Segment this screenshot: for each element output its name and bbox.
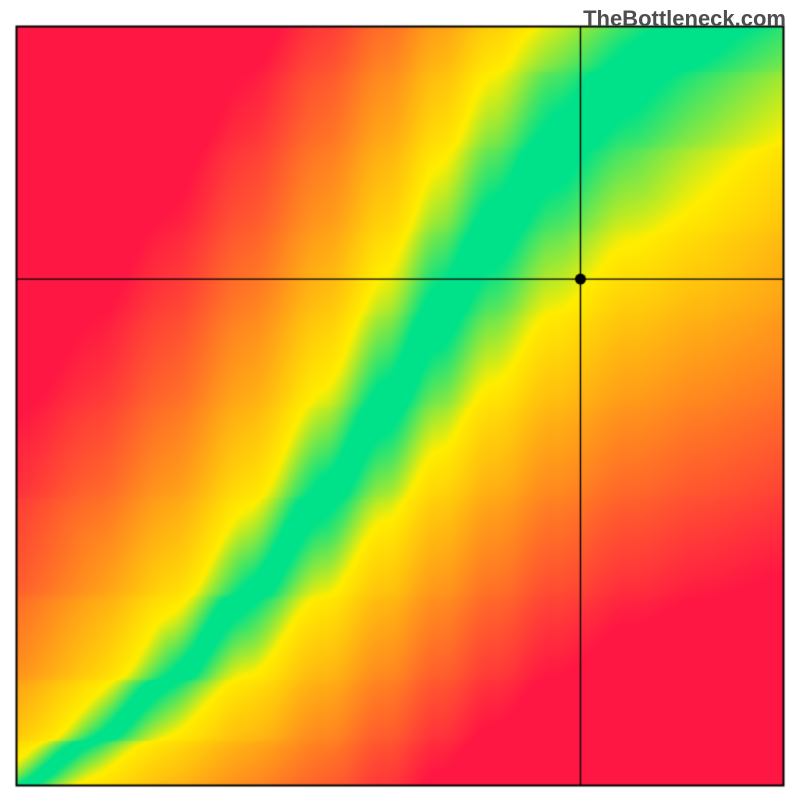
bottleneck-heatmap — [0, 0, 800, 800]
watermark-text: TheBottleneck.com — [583, 6, 786, 32]
